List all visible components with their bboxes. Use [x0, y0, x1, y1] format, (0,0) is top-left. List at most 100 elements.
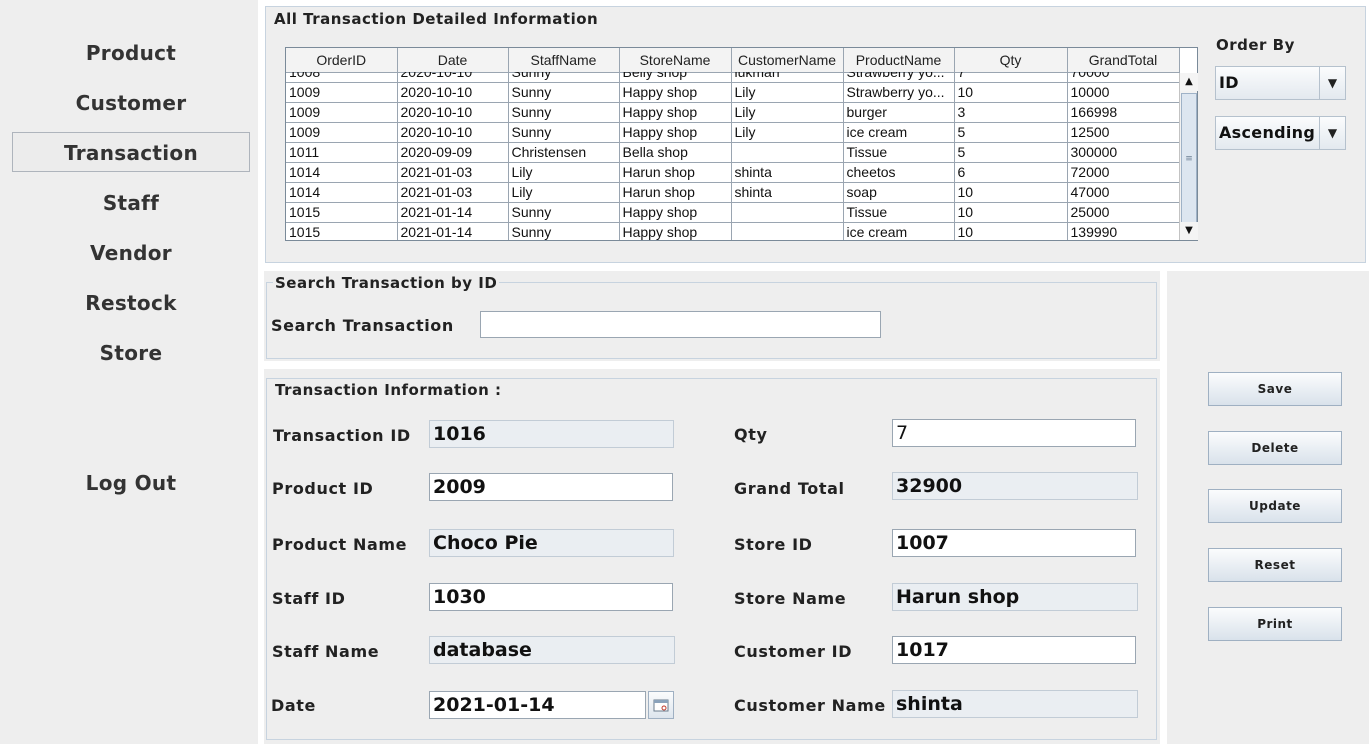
table-cell: Sunny — [508, 202, 620, 223]
sidebar: Product Customer Transaction Staff Vendo… — [0, 0, 258, 744]
logout-button[interactable]: Log Out — [12, 463, 250, 503]
table-cell: 139990 — [1067, 222, 1179, 240]
order-by-field-value: ID — [1219, 73, 1239, 92]
product-name-label: Product Name — [272, 535, 408, 554]
qty-label: Qty — [734, 425, 768, 444]
table-cell: 1008 — [286, 72, 398, 83]
table-row[interactable]: 1009 2020-10-10 Sunny Happy shop Lily Strawbe… — [286, 82, 1179, 103]
table-cell: 3 — [954, 102, 1068, 123]
table-scrollbar[interactable]: ▲ ≡ ▼ — [1179, 73, 1198, 240]
table-cell: 10000 — [1067, 82, 1179, 103]
staff-id-field[interactable]: 1030 — [429, 583, 673, 611]
table-row[interactable]: 1009 2020-10-10 Sunny Happy shop Lily ice cre… — [286, 122, 1179, 143]
table-cell — [731, 202, 844, 223]
table-row[interactable]: 1011 2020-09-09 Christensen Bella shop Tissu… — [286, 142, 1179, 163]
column-header-grandtotal[interactable]: GrandTotal — [1067, 48, 1180, 73]
nav-item-staff[interactable]: Staff — [12, 183, 250, 223]
qty-field[interactable]: 7 — [892, 419, 1136, 447]
table-cell: shinta — [731, 162, 844, 183]
nav-item-product[interactable]: Product — [12, 33, 250, 73]
table-cell: 2020-10-10 — [397, 102, 509, 123]
table-cell: 2021-01-14 — [397, 222, 509, 240]
table-cell: Belly shop — [619, 72, 732, 83]
table-cell: 1009 — [286, 122, 398, 143]
table-cell: Sunny — [508, 82, 620, 103]
table-row[interactable]: 1014 2021-01-03 Lily Harun shop shinta cheeto… — [286, 162, 1179, 183]
table-rows: 10082020-10-10SunnyBelly shoplukmanStraw… — [286, 72, 1179, 240]
calendar-icon[interactable] — [648, 691, 674, 719]
column-header-customername[interactable]: CustomerName — [731, 48, 844, 73]
chevron-down-icon[interactable]: ▼ — [1319, 67, 1345, 99]
table-cell: 1015 — [286, 202, 398, 223]
table-cell: Strawberry yo... — [843, 82, 955, 103]
table-cell: 70000 — [1067, 72, 1179, 83]
table-cell: 1014 — [286, 182, 398, 203]
column-header-qty[interactable]: Qty — [954, 48, 1068, 73]
nav-item-customer[interactable]: Customer — [12, 83, 250, 123]
chevron-down-icon[interactable]: ▼ — [1319, 117, 1345, 149]
search-panel-title: Search Transaction by ID — [273, 274, 500, 292]
table-cell: 5 — [954, 122, 1068, 143]
arrow-down-icon[interactable]: ▼ — [1180, 222, 1198, 240]
table-cell — [731, 142, 844, 163]
table-cell: Lily — [731, 102, 844, 123]
table-cell: Tissue — [843, 142, 955, 163]
table-row[interactable]: 1015 2021-01-14 Sunny Happy shop Tissue 10 250… — [286, 202, 1179, 223]
search-input[interactable] — [480, 311, 881, 338]
table-cell: ice cream — [843, 222, 955, 240]
nav-item-transaction[interactable]: Transaction — [12, 132, 250, 172]
table-cell: 10 — [954, 222, 1068, 240]
table-cell: 2020-09-09 — [397, 142, 509, 163]
table-cell: burger — [843, 102, 955, 123]
update-button[interactable]: Update — [1208, 489, 1342, 523]
table-cell: soap — [843, 182, 955, 203]
transaction-table: OrderID Date StaffName StoreName Custome… — [285, 47, 1198, 241]
table-cell: Bella shop — [619, 142, 732, 163]
transaction-id-field: 1016 — [429, 420, 674, 448]
search-label: Search Transaction — [271, 316, 454, 335]
customer-id-label: Customer ID — [734, 642, 853, 661]
store-id-field[interactable]: 1007 — [892, 529, 1136, 557]
nav-item-restock[interactable]: Restock — [12, 283, 250, 323]
product-name-field: Choco Pie — [429, 529, 674, 557]
table-cell: 1014 — [286, 162, 398, 183]
table-cell: 166998 — [1067, 102, 1179, 123]
order-by-field-select[interactable]: ID ▼ — [1215, 66, 1346, 100]
table-cell: 2020-10-10 — [397, 72, 509, 83]
table-cell: Harun shop — [619, 182, 732, 203]
column-header-orderid[interactable]: OrderID — [286, 48, 398, 73]
table-row[interactable]: 1014 2021-01-03 Lily Harun shop shinta soap 10… — [286, 182, 1179, 203]
table-row[interactable]: 1009 2020-10-10 Sunny Happy shop Lily burger 3… — [286, 102, 1179, 123]
arrow-up-icon[interactable]: ▲ — [1180, 73, 1198, 91]
table-row[interactable]: 10082020-10-10SunnyBelly shoplukmanStraw… — [286, 72, 1179, 83]
column-header-date[interactable]: Date — [397, 48, 509, 73]
save-button[interactable]: Save — [1208, 372, 1342, 406]
date-field[interactable]: 2021-01-14 — [429, 691, 646, 719]
reset-button[interactable]: Reset — [1208, 548, 1342, 582]
table-cell: 10 — [954, 182, 1068, 203]
nav-item-store[interactable]: Store — [12, 333, 250, 373]
table-cell: 2020-10-10 — [397, 122, 509, 143]
column-header-storename[interactable]: StoreName — [619, 48, 732, 73]
table-cell: 1011 — [286, 142, 398, 163]
date-label: Date — [271, 696, 316, 715]
table-cell: Sunny — [508, 72, 620, 83]
scrollbar-thumb[interactable]: ≡ — [1181, 93, 1197, 230]
grand-total-field: 32900 — [892, 472, 1138, 500]
product-id-field[interactable]: 2009 — [429, 473, 673, 501]
delete-button[interactable]: Delete — [1208, 431, 1342, 465]
table-cell: Christensen — [508, 142, 620, 163]
table-cell: Harun shop — [619, 162, 732, 183]
table-row[interactable]: 1015 2021-01-14 Sunny Happy shop ice cream 10… — [286, 222, 1179, 240]
table-cell: 72000 — [1067, 162, 1179, 183]
print-button[interactable]: Print — [1208, 607, 1342, 641]
staff-name-label: Staff Name — [272, 642, 380, 661]
nav-item-vendor[interactable]: Vendor — [12, 233, 250, 273]
order-direction-select[interactable]: Ascending ▼ — [1215, 116, 1346, 150]
table-cell: 10 — [954, 202, 1068, 223]
table-cell: Tissue — [843, 202, 955, 223]
column-header-staffname[interactable]: StaffName — [508, 48, 620, 73]
table-cell: 2021-01-14 — [397, 202, 509, 223]
customer-id-field[interactable]: 1017 — [892, 636, 1136, 664]
column-header-productname[interactable]: ProductName — [843, 48, 955, 73]
